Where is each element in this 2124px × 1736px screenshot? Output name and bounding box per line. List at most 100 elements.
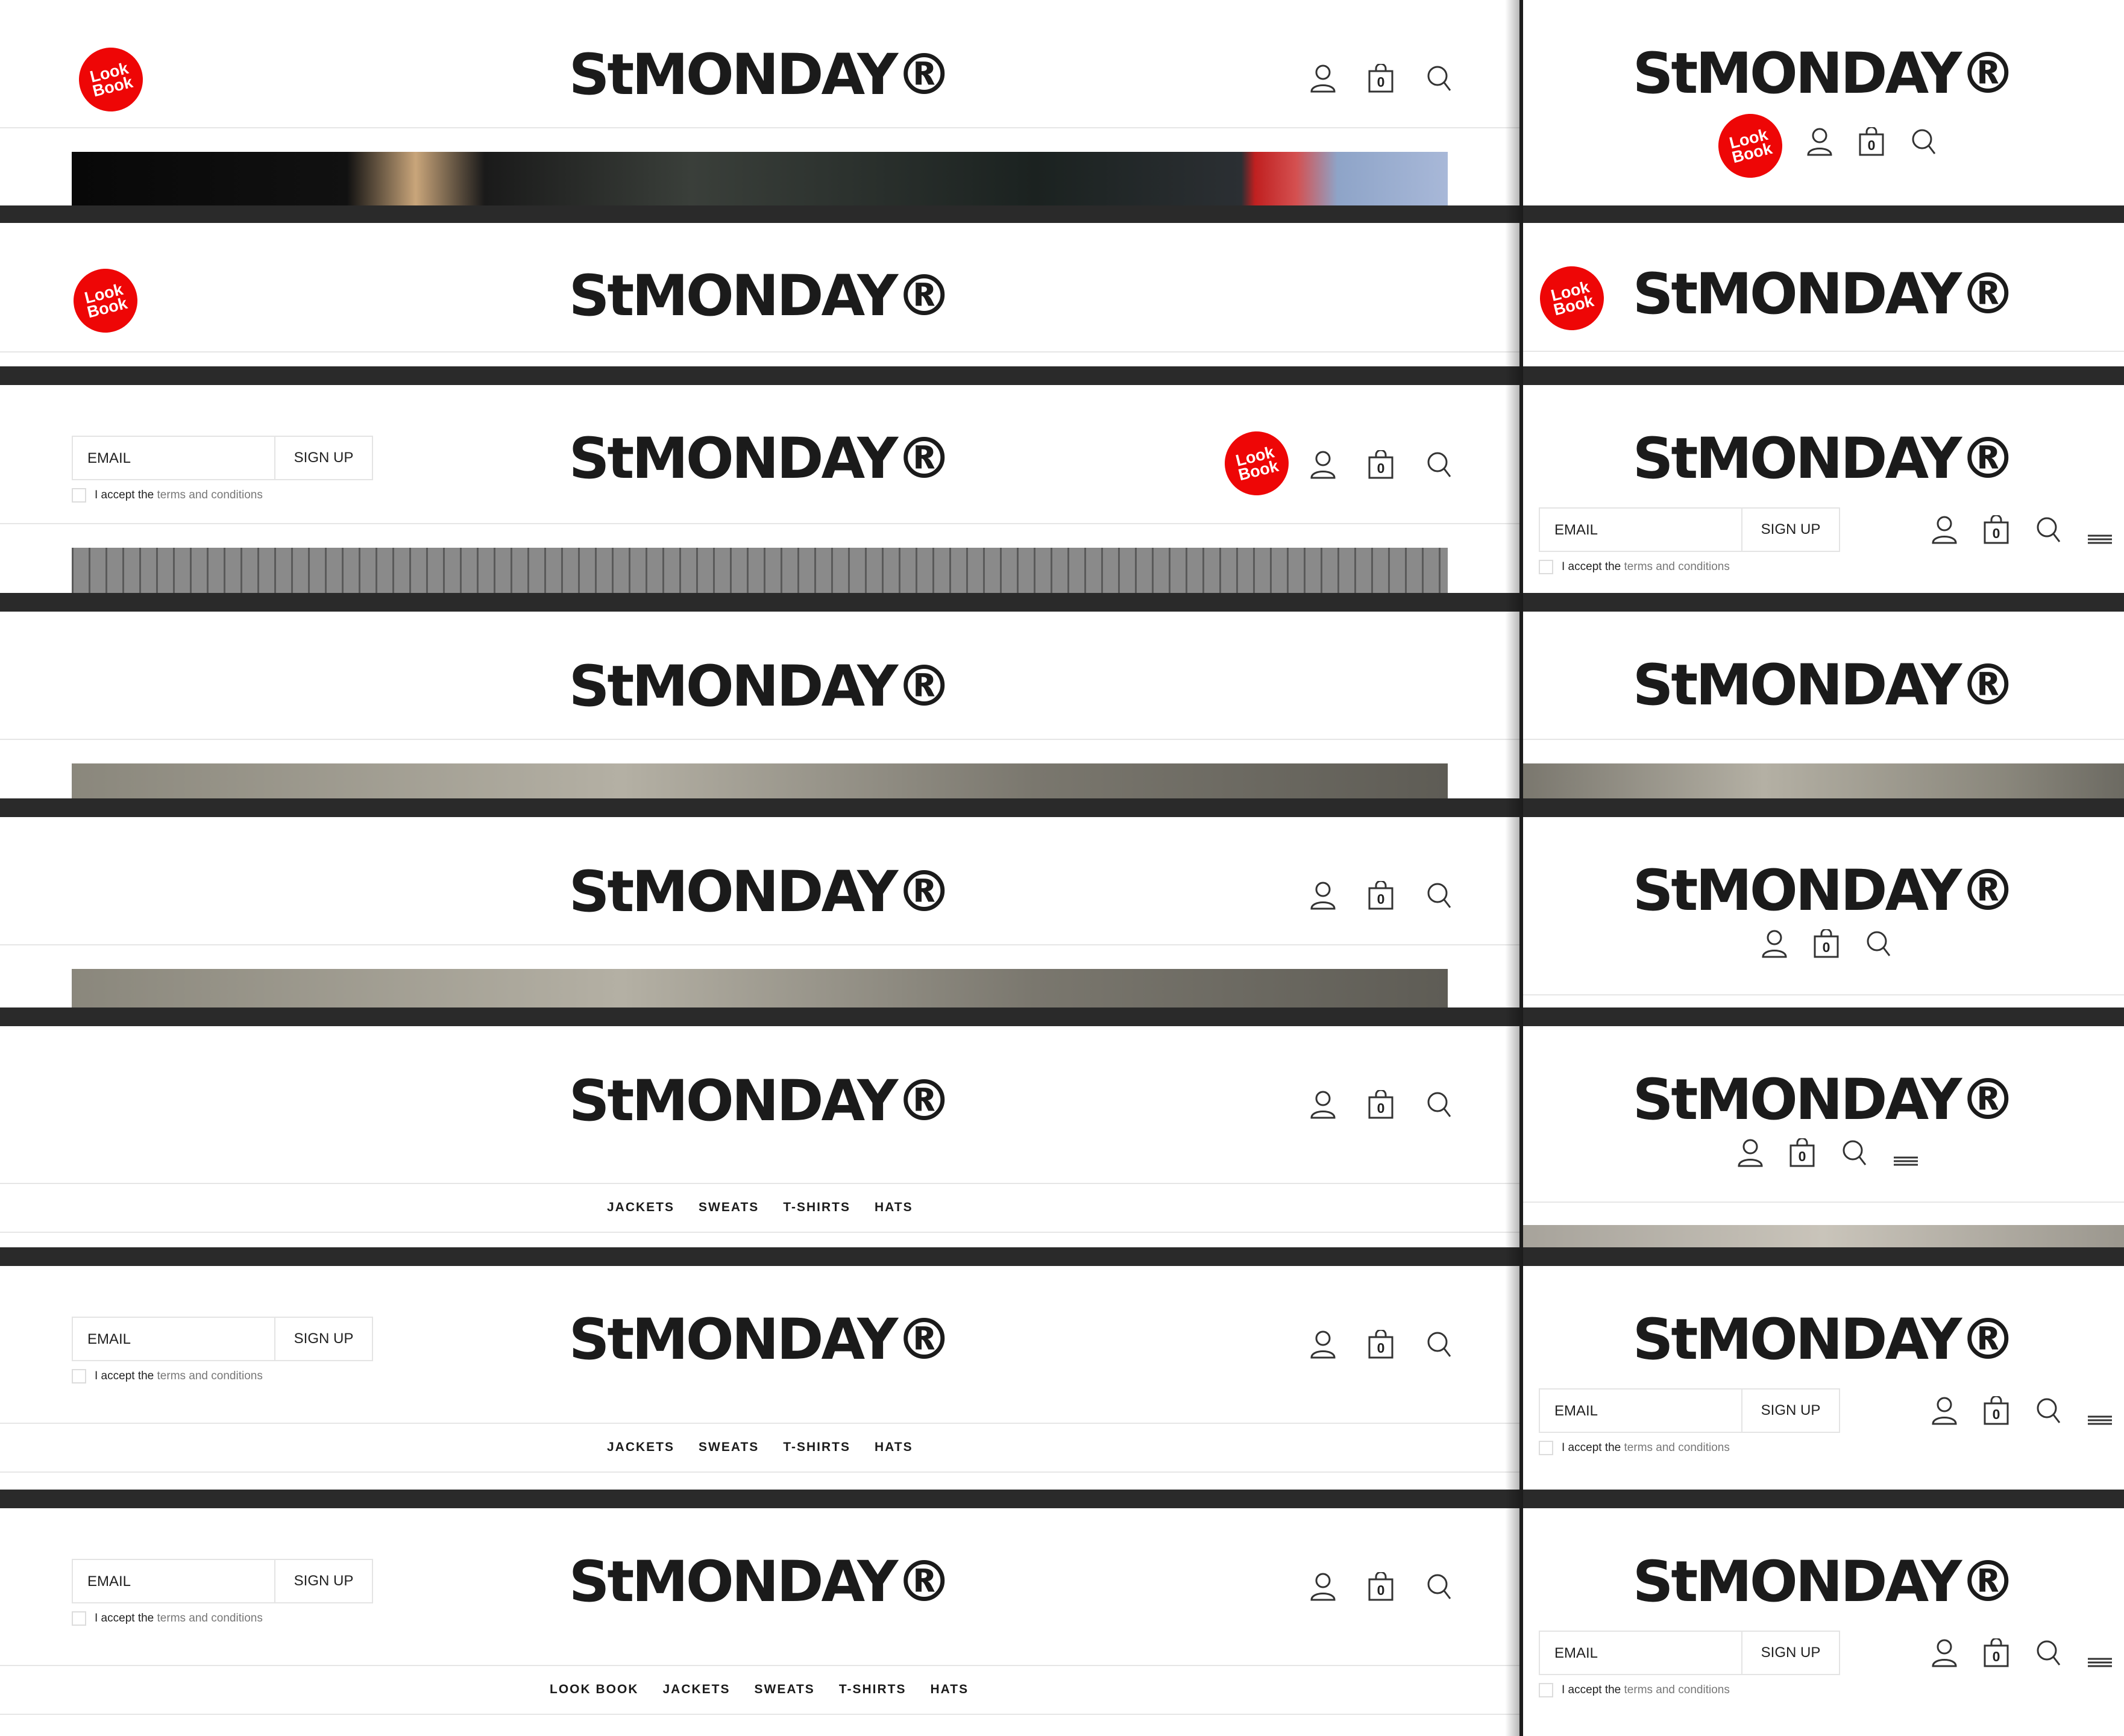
search-icon[interactable]	[2035, 1638, 2061, 1667]
user-icon[interactable]	[1931, 1638, 1958, 1667]
brand-logo[interactable]: StMONDAY®	[569, 268, 953, 325]
search-icon[interactable]	[1865, 929, 1891, 958]
terms-checkbox[interactable]	[72, 488, 86, 503]
bag-icon[interactable]: 0	[1368, 1330, 1394, 1359]
signup-button[interactable]: SIGN UP	[1741, 509, 1839, 551]
brand-logo[interactable]: StMONDAY®	[1633, 46, 2017, 102]
terms-link[interactable]: terms and conditions	[1624, 1441, 1730, 1454]
bag-icon[interactable]: 0	[1858, 127, 1885, 156]
brand-logo[interactable]: StMONDAY®	[569, 431, 953, 487]
nav-sweats[interactable]: SWEATS	[699, 1200, 759, 1215]
nav-tshirts[interactable]: T-SHIRTS	[839, 1682, 906, 1697]
bag-icon[interactable]: 0	[1983, 515, 2009, 544]
bag-icon[interactable]: 0	[1368, 1572, 1394, 1601]
terms-checkbox[interactable]	[1539, 1441, 1553, 1455]
search-icon[interactable]	[2035, 515, 2061, 544]
brand-logo[interactable]: StMONDAY®	[569, 47, 953, 104]
terms-link[interactable]: terms and conditions	[157, 1612, 263, 1625]
user-icon[interactable]	[1310, 1572, 1336, 1601]
nav-lookbook[interactable]: LOOK BOOK	[550, 1682, 639, 1697]
lookbook-badge[interactable]: Look Book	[1533, 259, 1611, 337]
search-icon[interactable]	[1425, 1090, 1452, 1119]
user-icon[interactable]	[1310, 64, 1336, 93]
terms-checkbox[interactable]	[72, 1369, 86, 1383]
bag-icon[interactable]: 0	[1368, 450, 1394, 479]
user-icon[interactable]	[1310, 1330, 1336, 1359]
brand-logo[interactable]: StMONDAY®	[1633, 1554, 2017, 1611]
brand-logo[interactable]: StMONDAY®	[1633, 657, 2017, 714]
lookbook-badge[interactable]: Look Book	[1711, 107, 1789, 185]
signup-button[interactable]: SIGN UP	[274, 1318, 372, 1360]
nav-sweats[interactable]: SWEATS	[755, 1682, 815, 1697]
brand-logo[interactable]: StMONDAY®	[1633, 1312, 2017, 1368]
brand-logo[interactable]: StMONDAY®	[1633, 863, 2017, 920]
cart-count: 0	[1867, 137, 1876, 153]
nav-jackets[interactable]: JACKETS	[607, 1200, 674, 1215]
search-icon[interactable]	[1425, 1330, 1452, 1359]
lookbook-badge[interactable]: Look Book	[72, 40, 150, 119]
terms-checkbox[interactable]	[1539, 560, 1553, 574]
brand-logo[interactable]: StMONDAY®	[569, 659, 953, 715]
brand-logo[interactable]: StMONDAY®	[569, 864, 953, 921]
menu-icon[interactable]	[2087, 1396, 2113, 1425]
search-icon[interactable]	[1910, 127, 1937, 156]
brand-logo[interactable]: StMONDAY®	[1633, 431, 2017, 487]
user-icon[interactable]	[1310, 881, 1336, 910]
header-icons: 0	[1310, 1090, 1452, 1119]
user-icon[interactable]	[1761, 929, 1788, 958]
bag-icon[interactable]: 0	[1368, 64, 1394, 93]
brand-logo[interactable]: StMONDAY®	[1633, 266, 2017, 323]
nav-hats[interactable]: HATS	[875, 1200, 913, 1215]
menu-icon[interactable]	[2087, 1638, 2113, 1667]
search-icon[interactable]	[2035, 1396, 2061, 1425]
terms-link[interactable]: terms and conditions	[157, 1370, 263, 1382]
search-icon[interactable]	[1425, 881, 1452, 910]
user-icon[interactable]	[1310, 450, 1336, 479]
bag-icon[interactable]: 0	[1368, 881, 1394, 910]
nav-tshirts[interactable]: T-SHIRTS	[783, 1440, 850, 1455]
bag-icon[interactable]: 0	[1983, 1638, 2009, 1667]
search-icon[interactable]	[1425, 450, 1452, 479]
search-icon[interactable]	[1425, 64, 1452, 93]
terms-link[interactable]: terms and conditions	[1624, 560, 1730, 573]
bag-icon[interactable]: 0	[1813, 929, 1840, 958]
brand-logo[interactable]: StMONDAY®	[569, 1554, 953, 1611]
terms-link[interactable]: terms and conditions	[157, 489, 263, 501]
user-icon[interactable]	[1931, 515, 1958, 544]
user-icon[interactable]	[1310, 1090, 1336, 1119]
email-field[interactable]: EMAIL	[1554, 1403, 1598, 1420]
signup-button[interactable]: SIGN UP	[274, 1560, 372, 1602]
user-icon[interactable]	[1806, 127, 1833, 156]
email-field[interactable]: EMAIL	[87, 1573, 131, 1590]
search-icon[interactable]	[1425, 1572, 1452, 1601]
email-field[interactable]: EMAIL	[87, 450, 131, 467]
terms-checkbox[interactable]	[1539, 1683, 1553, 1697]
nav-hats[interactable]: HATS	[930, 1682, 969, 1697]
user-icon[interactable]	[1737, 1138, 1764, 1167]
brand-logo[interactable]: StMONDAY®	[569, 1073, 953, 1130]
bag-icon[interactable]: 0	[1983, 1396, 2009, 1425]
menu-icon[interactable]	[1893, 1138, 1919, 1167]
signup-button[interactable]: SIGN UP	[1741, 1632, 1839, 1674]
menu-icon[interactable]	[2087, 515, 2113, 544]
email-field[interactable]: EMAIL	[1554, 522, 1598, 539]
brand-logo[interactable]: StMONDAY®	[1633, 1072, 2017, 1129]
email-field[interactable]: EMAIL	[87, 1331, 131, 1348]
bag-icon[interactable]: 0	[1368, 1090, 1394, 1119]
nav-jackets[interactable]: JACKETS	[663, 1682, 731, 1697]
brand-logo[interactable]: StMONDAY®	[569, 1312, 953, 1368]
nav-tshirts[interactable]: T-SHIRTS	[783, 1200, 850, 1215]
email-field[interactable]: EMAIL	[1554, 1645, 1598, 1662]
nav-jackets[interactable]: JACKETS	[607, 1440, 674, 1455]
terms-link[interactable]: terms and conditions	[1624, 1684, 1730, 1696]
lookbook-badge[interactable]: Look Book	[1218, 424, 1296, 503]
bag-icon[interactable]: 0	[1789, 1138, 1815, 1167]
search-icon[interactable]	[1841, 1138, 1867, 1167]
user-icon[interactable]	[1931, 1396, 1958, 1425]
terms-checkbox[interactable]	[72, 1611, 86, 1626]
signup-button[interactable]: SIGN UP	[1741, 1390, 1839, 1432]
signup-button[interactable]: SIGN UP	[274, 437, 372, 479]
nav-sweats[interactable]: SWEATS	[699, 1440, 759, 1455]
lookbook-badge[interactable]: Look Book	[66, 262, 145, 340]
nav-hats[interactable]: HATS	[875, 1440, 913, 1455]
